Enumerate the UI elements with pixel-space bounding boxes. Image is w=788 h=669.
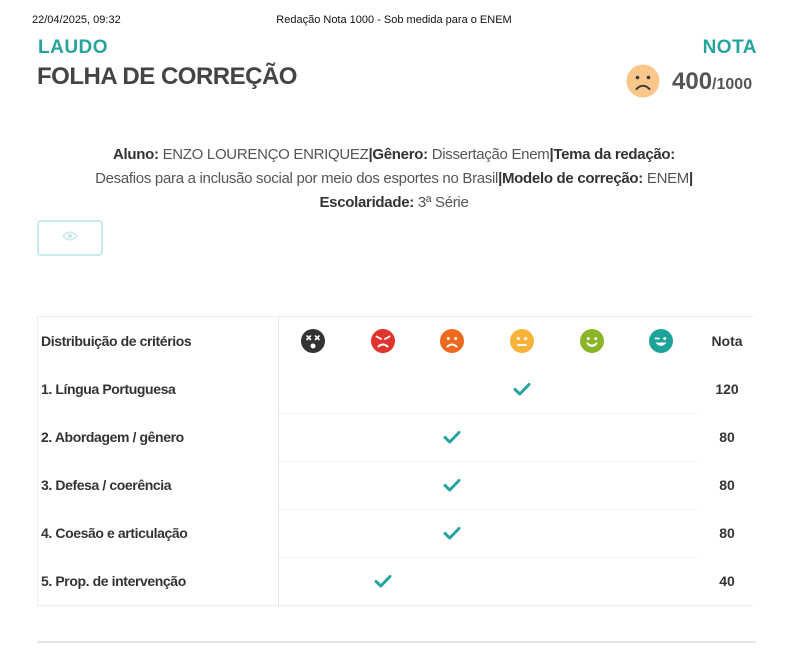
row-divider — [279, 461, 697, 462]
criterion-label: 1. Língua Portuguesa — [41, 381, 176, 397]
view-button[interactable] — [37, 220, 103, 256]
criteria-header: Distribuição de critérios — [41, 333, 192, 349]
modelo-label: Modelo de correção: — [501, 170, 643, 187]
check-icon — [510, 377, 534, 401]
aluno-label: Aluno: — [113, 146, 159, 163]
table-row: 2. Abordagem / gênero 80 — [38, 413, 755, 461]
separator: | — [689, 170, 693, 187]
divider — [37, 641, 756, 643]
criterion-label: 4. Coesão e articulação — [41, 525, 188, 541]
student-info: Aluno: ENZO LOURENÇO ENRIQUEZ | Gênero: Di… — [60, 143, 728, 215]
escolaridade-value: 3ª Série — [417, 194, 469, 211]
criterion-label: 2. Abordagem / gênero — [41, 429, 184, 445]
page-title: FOLHA DE CORREÇÃO — [37, 63, 297, 90]
angry-face-icon — [371, 329, 395, 353]
criterion-score: 80 — [719, 525, 735, 541]
check-icon — [440, 425, 464, 449]
table-row: 1. Língua Portuguesa 120 — [38, 365, 755, 413]
aluno-value: ENZO LOURENÇO ENRIQUEZ — [162, 146, 369, 163]
total-score: 400/1000 — [672, 68, 752, 96]
tema-value: Desafios para a inclusão social por meio… — [95, 170, 499, 187]
table-header-row: Distribuição de critérios Nota — [38, 317, 755, 365]
modelo-value: ENEM — [646, 170, 689, 187]
criteria-table: Distribuição de critérios Nota 1. Língua… — [37, 316, 755, 607]
dizzy-face-icon — [301, 329, 325, 353]
row-divider — [279, 509, 697, 510]
table-row: 4. Coesão e articulação 80 — [38, 509, 755, 557]
score-max: /1000 — [712, 76, 753, 93]
nota-label: NOTA — [702, 37, 757, 58]
escolaridade-label: Escolaridade: — [319, 194, 414, 211]
criterion-score: 40 — [719, 573, 735, 589]
genero-value: Dissertação Enem — [431, 146, 550, 163]
score-value: 400 — [672, 68, 713, 95]
wink-face-icon — [649, 329, 673, 353]
laudo-label: LAUDO — [38, 37, 109, 58]
criterion-label: 5. Prop. de intervenção — [41, 573, 186, 589]
smile-face-icon — [580, 329, 604, 353]
check-icon — [440, 473, 464, 497]
row-divider — [279, 413, 697, 414]
sad-face-icon — [626, 64, 660, 98]
criterion-score: 120 — [715, 381, 739, 397]
neutral-face-icon — [510, 329, 534, 353]
frown-face-icon — [440, 329, 464, 353]
table-row: 3. Defesa / coerência 80 — [38, 461, 755, 509]
criterion-score: 80 — [719, 429, 735, 445]
eye-icon — [61, 229, 79, 247]
tema-label: Tema da redação: — [553, 146, 675, 163]
criterion-score: 80 — [719, 477, 735, 493]
genero-label: Gênero: — [372, 146, 428, 163]
row-divider — [279, 557, 697, 558]
nota-column-header: Nota — [711, 333, 743, 349]
table-row: 5. Prop. de intervenção 40 — [38, 557, 755, 605]
check-icon — [371, 569, 395, 593]
print-header: 22/04/2025, 09:32 Redação Nota 1000 - So… — [0, 14, 788, 28]
criterion-label: 3. Defesa / coerência — [41, 477, 172, 493]
print-title: Redação Nota 1000 - Sob medida para o EN… — [276, 14, 512, 26]
check-icon — [440, 521, 464, 545]
